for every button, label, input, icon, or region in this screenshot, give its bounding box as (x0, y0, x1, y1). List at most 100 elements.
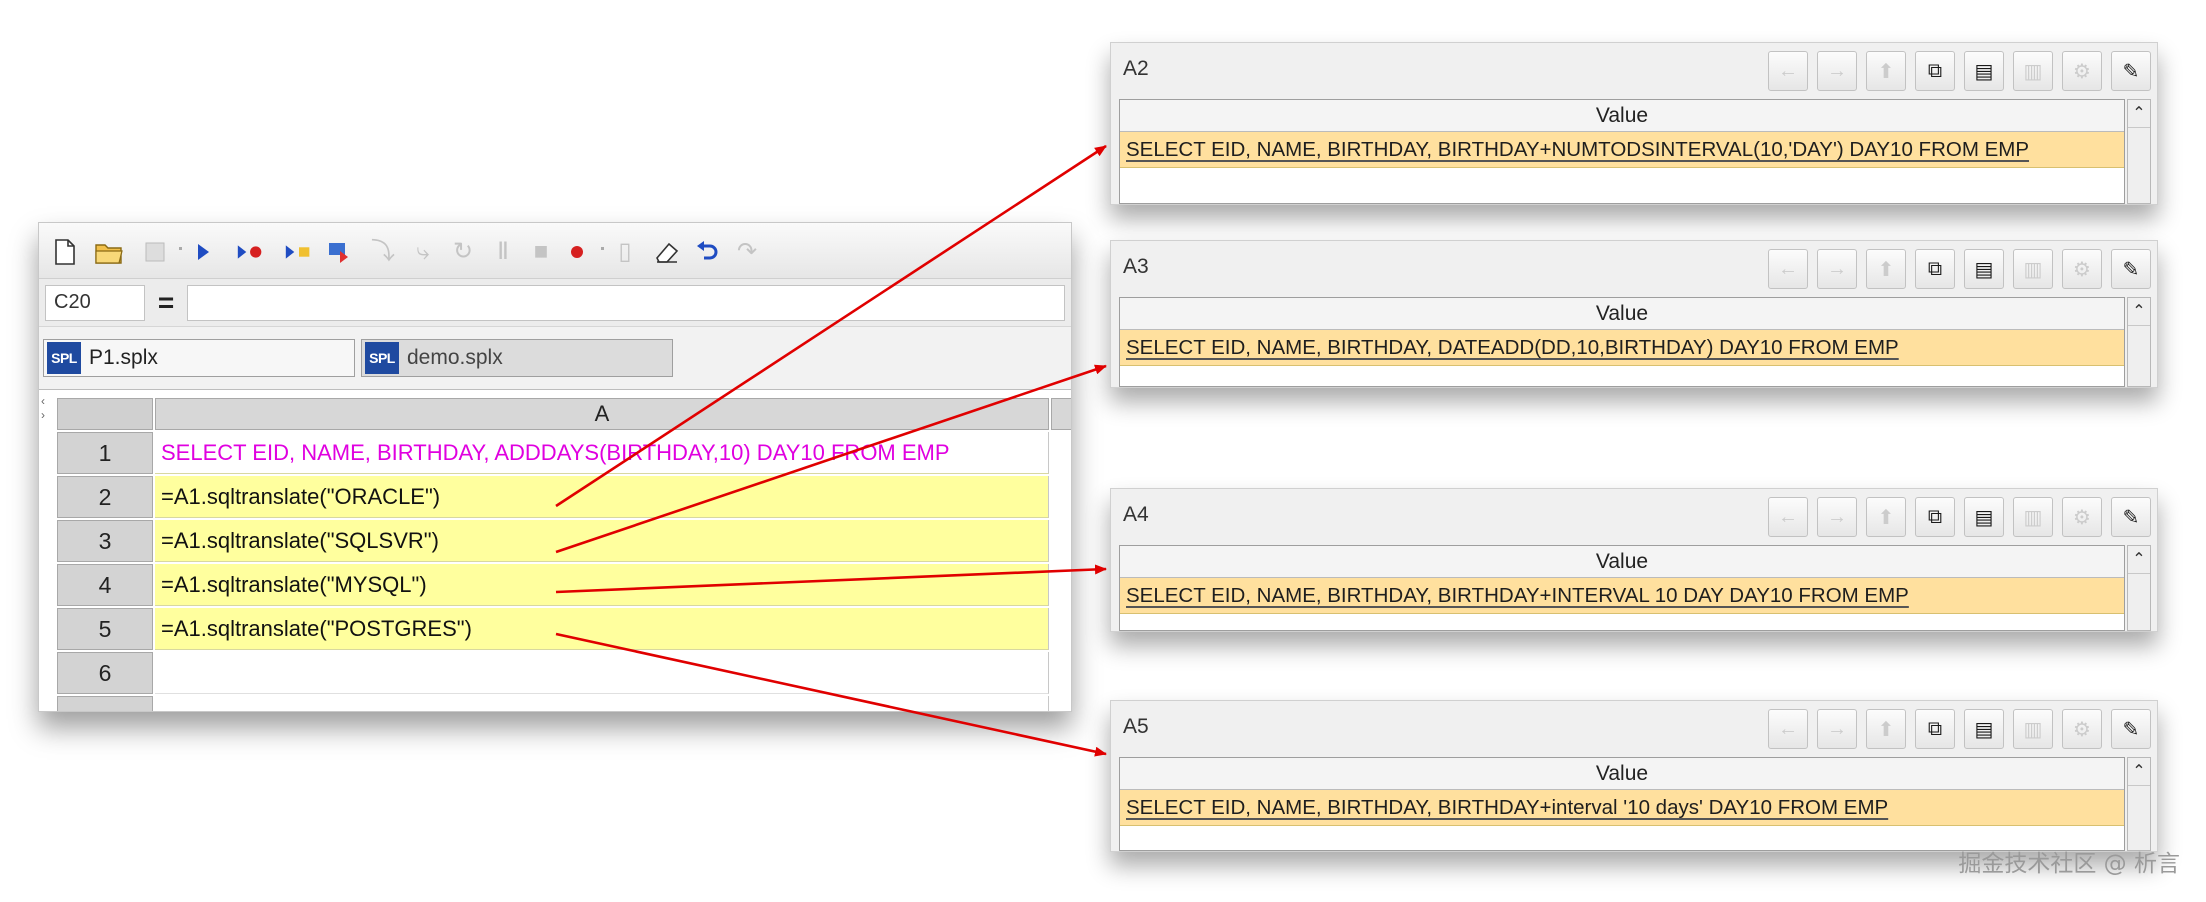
copy-icon[interactable]: ⧉ (1915, 709, 1955, 749)
debug-run-icon[interactable] (235, 236, 267, 268)
chart-icon[interactable]: ▥ (2013, 497, 2053, 537)
export-icon[interactable]: ⬆ (1866, 709, 1906, 749)
undo-icon[interactable] (691, 236, 723, 268)
value-text: SELECT EID, NAME, BIRTHDAY, BIRTHDAY+NUM… (1126, 138, 2030, 161)
spl-editor-window: ⤵ ⤷ ↻ Ⅱ ■ ▯ ↷ C20 = SPL P1.splx SPL demo… (38, 222, 1072, 712)
value-column-header[interactable]: Value (1120, 758, 2124, 790)
pin-icon[interactable]: ✎ (2111, 249, 2151, 289)
save-icon[interactable] (139, 236, 171, 268)
forward-arrow-icon[interactable]: → (1817, 51, 1857, 91)
result-panel-a3: A3 ← → ⬆ ⧉ ▤ ▥ ⚙ ✎ Value SELECT EID, NAM… (1110, 240, 2158, 388)
pin-icon[interactable]: ✎ (2111, 51, 2151, 91)
row-header[interactable]: 6 (57, 652, 153, 694)
vertical-scrollbar[interactable]: ⌃ (2127, 757, 2151, 851)
open-folder-icon[interactable] (93, 236, 125, 268)
cell-grid: ‹ › A 1 SELECT EID, NAME, BIRTHDAY, ADDDA… (39, 389, 1071, 711)
formula-bar: C20 = (39, 279, 1071, 327)
pin-icon[interactable]: ✎ (2111, 497, 2151, 537)
scroll-up-icon[interactable]: ⌃ (2128, 298, 2150, 326)
scroll-up-icon[interactable]: ⌃ (2128, 546, 2150, 574)
copy-icon[interactable]: ⧉ (1915, 249, 1955, 289)
cell-a2[interactable]: =A1.sqltranslate("ORACLE") (155, 476, 1049, 518)
copy-icon[interactable]: ⧉ (1915, 51, 1955, 91)
redo-icon[interactable]: ↷ (731, 236, 763, 268)
row-header[interactable]: 5 (57, 608, 153, 650)
value-text: SELECT EID, NAME, BIRTHDAY, BIRTHDAY+int… (1126, 796, 1889, 819)
export-icon[interactable]: ⬆ (1866, 249, 1906, 289)
table-view-icon[interactable]: ▤ (1964, 497, 2004, 537)
forward-arrow-icon[interactable]: → (1817, 709, 1857, 749)
cell-a5[interactable]: =A1.sqltranslate("POSTGRES") (155, 608, 1049, 650)
chart-icon[interactable]: ▥ (2013, 709, 2053, 749)
table-view-icon[interactable]: ▤ (1964, 51, 2004, 91)
step-into-icon[interactable]: ⤵ (367, 236, 399, 268)
cell-a7[interactable] (155, 696, 1049, 711)
value-column-header[interactable]: Value (1120, 298, 2124, 330)
pin-icon[interactable]: ✎ (2111, 709, 2151, 749)
settings-icon[interactable]: ⚙ (2062, 51, 2102, 91)
settings-icon[interactable]: ⚙ (2062, 709, 2102, 749)
export-icon[interactable]: ⬆ (1866, 497, 1906, 537)
formula-input[interactable] (187, 285, 1065, 321)
breakpoint-icon[interactable] (561, 236, 593, 268)
value-cell[interactable]: SELECT EID, NAME, BIRTHDAY, BIRTHDAY+int… (1120, 790, 2124, 826)
stop-icon[interactable]: ■ (525, 236, 557, 268)
cell-a3[interactable]: =A1.sqltranslate("SQLSVR") (155, 520, 1049, 562)
collapse-arrows-icon[interactable]: ‹ › (41, 394, 51, 422)
file-tabs: SPL P1.splx SPL demo.splx (39, 335, 1071, 381)
row-header[interactable]: 2 (57, 476, 153, 518)
value-cell[interactable]: SELECT EID, NAME, BIRTHDAY, BIRTHDAY+INT… (1120, 578, 2124, 614)
run-to-cursor-icon[interactable] (283, 236, 315, 268)
value-cell[interactable]: SELECT EID, NAME, BIRTHDAY, BIRTHDAY+NUM… (1120, 132, 2124, 168)
table-view-icon[interactable]: ▤ (1964, 709, 2004, 749)
chart-icon[interactable]: ▥ (2013, 51, 2053, 91)
forward-arrow-icon[interactable]: → (1817, 249, 1857, 289)
tab-p1-splx[interactable]: SPL P1.splx (43, 339, 355, 377)
chart-icon[interactable]: ▥ (2013, 249, 2053, 289)
toolbar-separator (179, 247, 182, 250)
column-header-a[interactable]: A (155, 398, 1049, 430)
run-icon[interactable] (187, 236, 219, 268)
settings-icon[interactable]: ⚙ (2062, 249, 2102, 289)
row-header[interactable]: 3 (57, 520, 153, 562)
column-header-next[interactable] (1051, 398, 1071, 430)
vertical-scrollbar[interactable]: ⌃ (2127, 297, 2151, 387)
vertical-scrollbar[interactable]: ⌃ (2127, 99, 2151, 204)
cell-a6[interactable] (155, 652, 1049, 694)
value-column-header[interactable]: Value (1120, 546, 2124, 578)
grid-row: 6 (57, 652, 1071, 696)
row-header[interactable] (57, 696, 153, 711)
settings-icon[interactable]: ⚙ (2062, 497, 2102, 537)
cell-a1[interactable]: SELECT EID, NAME, BIRTHDAY, ADDDAYS(BIRT… (155, 432, 1049, 474)
copy-icon[interactable]: ⧉ (1915, 497, 1955, 537)
new-file-icon[interactable] (49, 236, 81, 268)
row-header[interactable]: 4 (57, 564, 153, 606)
vertical-scrollbar[interactable]: ⌃ (2127, 545, 2151, 631)
value-column-header[interactable]: Value (1120, 100, 2124, 132)
panel-toolbar: ← → ⬆ ⧉ ▤ ▥ ⚙ ✎ (1768, 497, 2151, 537)
step-over-icon[interactable]: ⤷ (407, 236, 439, 268)
forward-arrow-icon[interactable]: → (1817, 497, 1857, 537)
clipboard-icon[interactable]: ▯ (609, 236, 641, 268)
value-cell[interactable]: SELECT EID, NAME, BIRTHDAY, DATEADD(DD,1… (1120, 330, 2124, 366)
row-header[interactable]: 1 (57, 432, 153, 474)
back-arrow-icon[interactable]: ← (1768, 249, 1808, 289)
equal-sign: = (157, 287, 175, 318)
tab-demo-splx[interactable]: SPL demo.splx (361, 339, 673, 377)
toolbar-separator (601, 247, 604, 250)
scroll-up-icon[interactable]: ⌃ (2128, 758, 2150, 786)
export-icon[interactable]: ⬆ (1866, 51, 1906, 91)
back-arrow-icon[interactable]: ← (1768, 497, 1808, 537)
back-arrow-icon[interactable]: ← (1768, 709, 1808, 749)
grid-row: 3 =A1.sqltranslate("SQLSVR") (57, 520, 1071, 564)
pause-icon[interactable]: Ⅱ (487, 236, 519, 268)
grid-corner[interactable] (57, 398, 153, 430)
scroll-up-icon[interactable]: ⌃ (2128, 100, 2150, 128)
eraser-icon[interactable] (651, 236, 683, 268)
table-view-icon[interactable]: ▤ (1964, 249, 2004, 289)
cell-a4[interactable]: =A1.sqltranslate("MYSQL") (155, 564, 1049, 606)
cell-reference-field[interactable]: C20 (45, 285, 145, 321)
step-out-icon[interactable]: ↻ (447, 236, 479, 268)
back-arrow-icon[interactable]: ← (1768, 51, 1808, 91)
step-icon[interactable] (325, 236, 357, 268)
